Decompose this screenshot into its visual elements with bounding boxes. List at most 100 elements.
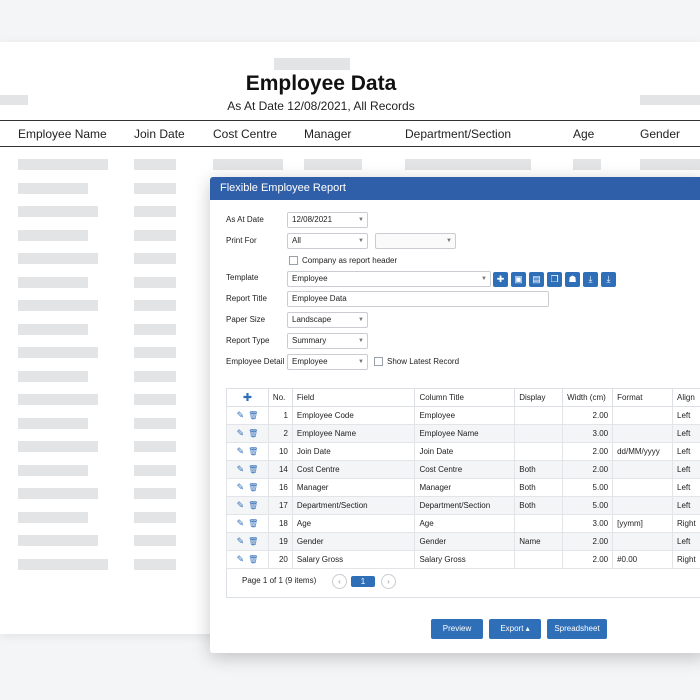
delete-template-button[interactable]: ▤ (529, 272, 544, 287)
delete-row-icon[interactable]: 🗑 (248, 429, 258, 438)
cell-align[interactable]: Right (672, 550, 700, 569)
cell-column-title[interactable]: Gender (414, 532, 516, 551)
export-button[interactable]: Export ▴ (489, 619, 541, 639)
table-row[interactable]: ✎ 🗑 17 Department/Section Department/Section… (226, 496, 700, 515)
cell-width[interactable]: 2.00 (562, 442, 614, 461)
cell-field[interactable]: Employee Name (291, 424, 416, 443)
cell-field[interactable]: Age (291, 514, 416, 533)
edit-icon[interactable]: ✎ (237, 536, 245, 547)
table-row[interactable]: ✎ 🗑 2 Employee Name Employee Name 3.00 Left (226, 424, 700, 443)
cell-no[interactable]: 18 (267, 514, 293, 533)
delete-row-icon[interactable]: 🗑 (248, 447, 258, 456)
spreadsheet-button[interactable]: Spreadsheet (547, 619, 607, 639)
as-at-date-select[interactable]: 12/08/2021 ▼ (287, 212, 368, 228)
cell-field[interactable]: Manager (291, 478, 416, 497)
cell-format[interactable] (612, 406, 673, 425)
cell-format[interactable] (612, 460, 673, 479)
print-for-select[interactable]: All ▼ (287, 233, 368, 249)
cell-field[interactable]: Employee Code (291, 406, 416, 425)
next-page-button[interactable]: › (381, 574, 396, 589)
delete-row-icon[interactable]: 🗑 (248, 483, 258, 492)
cell-display[interactable] (514, 550, 564, 569)
export-template-button[interactable]: ⤓ (601, 272, 616, 287)
table-row[interactable]: ✎ 🗑 18 Age Age 3.00 [yymm] Right (226, 514, 700, 533)
cell-display[interactable]: Both (514, 496, 564, 515)
table-row[interactable]: ✎ 🗑 19 Gender Gender Name 2.00 Left (226, 532, 700, 551)
cell-width[interactable]: 2.00 (562, 460, 614, 479)
preview-button[interactable]: Preview (431, 619, 483, 639)
cell-align[interactable]: Left (672, 478, 700, 497)
cell-align[interactable]: Left (672, 460, 700, 479)
cell-width[interactable]: 2.00 (562, 550, 614, 569)
grid-col-column-title[interactable]: Column Title (414, 388, 516, 407)
copy-template-button[interactable]: ❐ (547, 272, 562, 287)
grid-col-no[interactable]: No. (267, 388, 293, 407)
edit-icon[interactable]: ✎ (237, 464, 245, 475)
cell-no[interactable]: 19 (267, 532, 293, 551)
template-select[interactable]: Employee ▼ (287, 271, 491, 287)
cell-format[interactable]: #0.00 (612, 550, 673, 569)
cell-display[interactable]: Both (514, 460, 564, 479)
delete-row-icon[interactable]: 🗑 (248, 411, 258, 420)
edit-icon[interactable]: ✎ (237, 500, 245, 511)
share-template-button[interactable]: ☗ (565, 272, 580, 287)
edit-icon[interactable]: ✎ (237, 410, 245, 421)
prev-page-button[interactable]: ‹ (332, 574, 347, 589)
edit-icon[interactable]: ✎ (237, 446, 245, 457)
cell-align[interactable]: Left (672, 496, 700, 515)
edit-icon[interactable]: ✎ (237, 428, 245, 439)
edit-icon[interactable]: ✎ (237, 518, 245, 529)
cell-column-title[interactable]: Salary Gross (414, 550, 516, 569)
delete-row-icon[interactable]: 🗑 (248, 501, 258, 510)
cell-no[interactable]: 17 (267, 496, 293, 515)
cell-column-title[interactable]: Age (414, 514, 516, 533)
cell-width[interactable]: 5.00 (562, 496, 614, 515)
cell-width[interactable]: 2.00 (562, 532, 614, 551)
cell-column-title[interactable]: Cost Centre (414, 460, 516, 479)
cell-display[interactable]: Name (514, 532, 564, 551)
grid-col-field[interactable]: Field (291, 388, 416, 407)
cell-display[interactable] (514, 424, 564, 443)
cell-column-title[interactable]: Department/Section (414, 496, 516, 515)
grid-col-display[interactable]: Display (514, 388, 564, 407)
cell-align[interactable]: Left (672, 442, 700, 461)
grid-col-width[interactable]: Width (cm) (562, 388, 614, 407)
cell-no[interactable]: 14 (267, 460, 293, 479)
cell-format[interactable] (612, 478, 673, 497)
table-row[interactable]: ✎ 🗑 14 Cost Centre Cost Centre Both 2.00 Left (226, 460, 700, 479)
cell-width[interactable]: 3.00 (562, 514, 614, 533)
grid-col-align[interactable]: Align (672, 388, 700, 407)
cell-display[interactable] (514, 406, 564, 425)
cell-no[interactable]: 2 (267, 424, 293, 443)
cell-format[interactable]: dd/MM/yyyy (612, 442, 673, 461)
cell-column-title[interactable]: Manager (414, 478, 516, 497)
cell-no[interactable]: 10 (267, 442, 293, 461)
import-template-button[interactable]: ⤓ (583, 272, 598, 287)
add-row-button[interactable]: ✚ (226, 388, 269, 407)
add-template-button[interactable]: ✚ (493, 272, 508, 287)
cell-display[interactable]: Both (514, 478, 564, 497)
table-row[interactable]: ✎ 🗑 16 Manager Manager Both 5.00 Left (226, 478, 700, 497)
cell-align[interactable]: Right (672, 514, 700, 533)
cell-field[interactable]: Gender (291, 532, 416, 551)
cell-no[interactable]: 16 (267, 478, 293, 497)
report-title-input[interactable]: Employee Data (287, 291, 549, 307)
delete-row-icon[interactable]: 🗑 (248, 537, 258, 546)
edit-icon[interactable]: ✎ (237, 482, 245, 493)
cell-field[interactable]: Join Date (291, 442, 416, 461)
table-row[interactable]: ✎ 🗑 1 Employee Code Employee 2.00 Left (226, 406, 700, 425)
paper-size-select[interactable]: Landscape ▼ (287, 312, 368, 328)
cell-field[interactable]: Cost Centre (291, 460, 416, 479)
cell-format[interactable] (612, 532, 673, 551)
show-latest-checkbox[interactable] (374, 357, 383, 366)
table-row[interactable]: ✎ 🗑 20 Salary Gross Salary Gross 2.00 #0.00 Rig… (226, 550, 700, 569)
save-template-button[interactable]: ▣ (511, 272, 526, 287)
cell-display[interactable] (514, 442, 564, 461)
cell-field[interactable]: Department/Section (291, 496, 416, 515)
cell-width[interactable]: 3.00 (562, 424, 614, 443)
cell-align[interactable]: Left (672, 406, 700, 425)
cell-format[interactable]: [yymm] (612, 514, 673, 533)
table-row[interactable]: ✎ 🗑 10 Join Date Join Date 2.00 dd/MM/yyyy Left (226, 442, 700, 461)
cell-column-title[interactable]: Join Date (414, 442, 516, 461)
cell-column-title[interactable]: Employee Name (414, 424, 516, 443)
